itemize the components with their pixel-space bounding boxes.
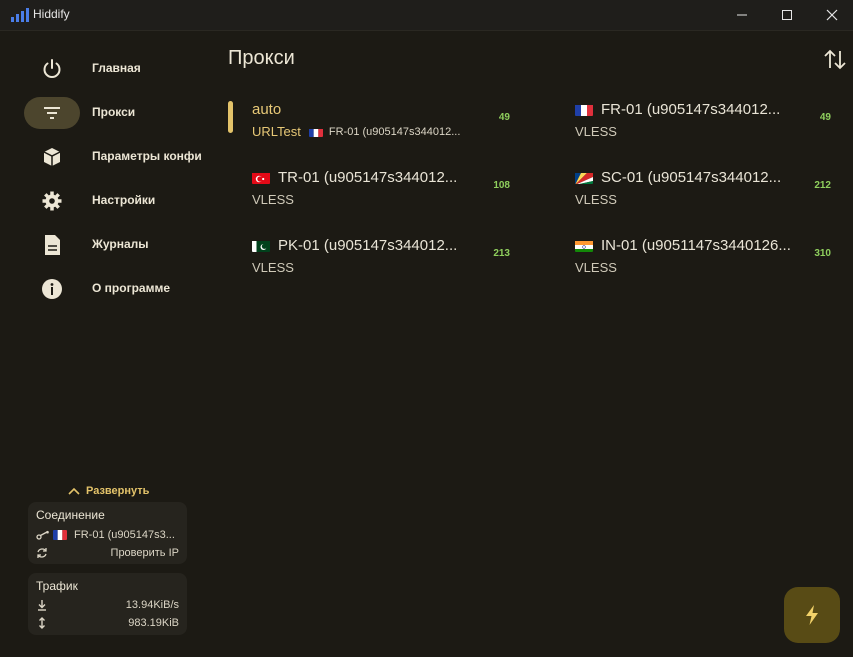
maximize-button[interactable] — [764, 0, 810, 30]
proxy-detail: FR-01 (u905147s344012... — [328, 125, 461, 138]
chevron-up-icon — [68, 487, 80, 495]
minimize-button[interactable] — [719, 0, 765, 30]
connection-server: FR-01 (u905147s3... — [74, 529, 175, 541]
minimize-icon — [737, 14, 747, 16]
proxy-ping: 49 — [819, 112, 831, 123]
sidebar-item-label: Параметры конфи — [92, 149, 202, 163]
proxy-name: FR-01 (u905147s344012... — [575, 101, 780, 118]
proxy-item-fr[interactable]: FR-01 (u905147s344012... VLESS 49 — [551, 99, 831, 147]
proxy-ping: 49 — [498, 112, 510, 123]
up-down-arrows-icon — [39, 617, 45, 629]
traffic-title: Трафик — [36, 579, 78, 593]
sidebar-item-about[interactable]: О программе — [24, 273, 214, 305]
expand-label: Развернуть — [86, 485, 150, 497]
sidebar-item-label: О программе — [92, 281, 171, 295]
connection-server-row[interactable]: FR-01 (u905147s3... — [36, 527, 179, 543]
sidebar-item-label: Главная — [92, 61, 141, 75]
proxy-item-pk[interactable]: PK-01 (u905147s344012... VLESS 213 — [228, 235, 510, 283]
proxy-item-auto[interactable]: auto URLTest FR-01 (u905147s344012... 49 — [228, 99, 510, 147]
refresh-icon — [37, 548, 47, 558]
proxy-type: VLESS — [575, 260, 617, 275]
document-icon — [24, 229, 80, 261]
proxy-ping: 310 — [814, 248, 831, 259]
flag-in-icon — [575, 240, 593, 252]
proxy-name: TR-01 (u905147s344012... — [252, 169, 457, 186]
proxy-name: auto — [252, 101, 282, 118]
proxy-item-in[interactable]: IN-01 (u9051147s3440126... VLESS 310 — [551, 235, 831, 283]
sidebar-item-logs[interactable]: Журналы — [24, 229, 214, 261]
quick-test-button[interactable] — [784, 587, 840, 643]
proxy-type: VLESS — [575, 124, 617, 139]
proxy-name: SC-01 (u905147s344012... — [575, 169, 781, 186]
flag-pk-icon — [252, 240, 270, 252]
sidebar-item-config-options[interactable]: Параметры конфи — [24, 141, 214, 173]
link-icon — [36, 530, 49, 540]
sidebar-item-label: Настройки — [92, 193, 156, 207]
info-icon — [24, 273, 80, 305]
filter-icon — [24, 97, 80, 129]
sidebar-item-proxies[interactable]: Прокси — [24, 97, 214, 129]
proxy-ping: 212 — [814, 180, 831, 191]
power-icon — [24, 53, 80, 85]
download-row: 13.94KiB/s — [36, 597, 179, 613]
window-title: Hiddify — [33, 7, 70, 21]
proxy-item-sc[interactable]: SC-01 (u905147s344012... VLESS 212 — [551, 167, 831, 215]
check-ip-button[interactable]: Проверить IP — [111, 547, 179, 559]
hiddify-logo-icon — [11, 8, 29, 22]
proxy-ping: 213 — [493, 248, 510, 259]
gear-icon — [24, 185, 80, 217]
sidebar-item-label: Журналы — [92, 237, 149, 251]
sort-arrows-icon — [824, 49, 846, 70]
title-bar: Hiddify — [0, 0, 853, 31]
lightning-icon — [806, 605, 818, 625]
expand-button[interactable]: Развернуть — [68, 485, 149, 497]
flag-fr-icon — [53, 530, 67, 540]
maximize-icon — [782, 10, 792, 20]
connection-title: Соединение — [36, 508, 105, 522]
close-button[interactable] — [809, 0, 853, 30]
proxy-type: URLTest FR-01 (u905147s344012... — [252, 124, 461, 139]
upload-row: 983.19KiB — [36, 615, 179, 631]
proxy-type: VLESS — [252, 260, 294, 275]
proxy-type: VLESS — [575, 192, 617, 207]
page-title: Прокси — [228, 47, 295, 69]
download-speed: 13.94KiB/s — [125, 599, 179, 611]
sort-button[interactable] — [822, 48, 848, 72]
total-traffic: 983.19KiB — [128, 617, 179, 629]
traffic-card: Трафик 13.94KiB/s 983.19KiB — [28, 573, 187, 635]
connection-card: Соединение FR-01 (u905147s3... Проверить… — [28, 502, 187, 564]
sidebar-item-home[interactable]: Главная — [24, 53, 214, 85]
flag-fr-icon — [308, 127, 323, 137]
sidebar-item-label: Прокси — [92, 105, 136, 119]
close-icon — [826, 9, 838, 21]
proxy-type: VLESS — [252, 192, 294, 207]
download-icon — [38, 600, 46, 611]
proxy-name: IN-01 (u9051147s3440126... — [575, 237, 791, 254]
proxy-ping: 108 — [493, 180, 510, 191]
proxy-name: PK-01 (u905147s344012... — [252, 237, 457, 254]
check-ip-row[interactable]: Проверить IP — [36, 545, 179, 561]
flag-fr-icon — [575, 104, 593, 116]
box-icon — [24, 141, 80, 173]
proxy-item-tr[interactable]: TR-01 (u905147s344012... VLESS 108 — [228, 167, 510, 215]
sidebar-item-settings[interactable]: Настройки — [24, 185, 214, 217]
flag-tr-icon — [252, 172, 270, 184]
flag-sc-icon — [575, 172, 593, 184]
